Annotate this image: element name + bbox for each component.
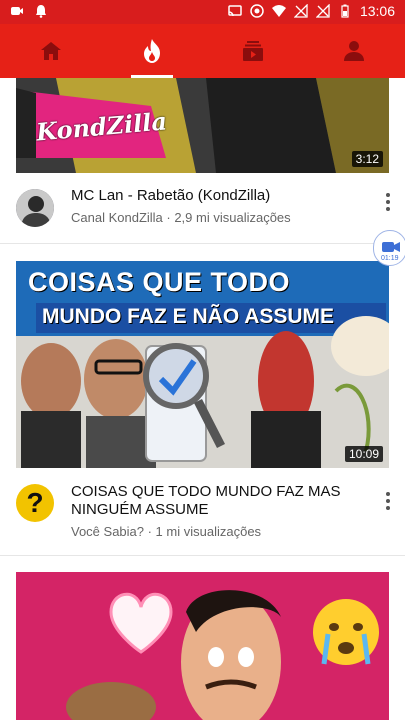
more-options-icon[interactable] [385, 492, 391, 513]
record-icon [250, 4, 264, 18]
divider [0, 243, 405, 244]
video-meta[interactable]: ? COISAS QUE TODO MUNDO FAZ MAS NINGUÉM … [0, 468, 405, 558]
more-options-icon[interactable] [385, 193, 391, 214]
video-duration: 3:12 [351, 151, 383, 167]
video-title[interactable]: COISAS QUE TODO MUNDO FAZ MAS NINGUÉM AS… [71, 483, 361, 519]
tab-subscriptions[interactable] [203, 24, 304, 78]
divider [0, 555, 405, 556]
mini-player-time: 01:19 [381, 255, 399, 262]
notification-bell-icon [36, 5, 46, 18]
clock: 13:06 [359, 3, 395, 19]
camera-icon [11, 7, 23, 15]
thumbnail-headline: COISAS QUE TODO [28, 267, 291, 297]
channel-avatar[interactable]: ? [16, 484, 54, 522]
no-signal-icon [315, 4, 330, 18]
video-thumbnail[interactable] [16, 572, 389, 720]
subscriptions-icon [243, 41, 264, 61]
video-title[interactable]: MC Lan - Rabetão (KondZilla) [71, 187, 361, 205]
video-thumbnail[interactable]: COISAS QUE TODO MUNDO FAZ E NÃO ASSUME 1… [16, 261, 389, 468]
mini-player-button[interactable]: 01:19 [373, 230, 405, 266]
tab-account[interactable] [304, 24, 405, 78]
video-duration: 10:09 [344, 446, 383, 462]
no-signal-icon [293, 4, 308, 18]
avatar-image [16, 189, 54, 227]
tab-home[interactable] [0, 24, 101, 78]
video-feed[interactable]: KondZilla 3:12 MC Lan - Rabetão (KondZil… [0, 78, 405, 720]
cast-icon [228, 5, 242, 17]
home-icon [40, 42, 61, 60]
top-nav-tabs [0, 24, 405, 78]
flame-icon [143, 39, 160, 63]
status-bar: 13:06 [0, 0, 405, 24]
thumbnail-subheadline: MUNDO FAZ E NÃO ASSUME [42, 305, 335, 328]
tab-trending[interactable] [101, 24, 202, 78]
channel-avatar[interactable] [16, 189, 54, 227]
video-meta[interactable]: MC Lan - Rabetão (KondZilla) Canal KondZ… [0, 173, 405, 243]
video-channel-views: Canal KondZilla · 2,9 mi visualizações [71, 210, 291, 225]
thumbnail-image [16, 572, 389, 720]
wifi-icon [271, 5, 286, 17]
video-thumbnail[interactable]: KondZilla 3:12 [16, 78, 389, 173]
avatar-glyph: ? [26, 487, 44, 518]
account-icon [344, 41, 365, 61]
battery-icon [341, 4, 349, 18]
video-channel-views: Você Sabia? · 1 mi visualizações [71, 524, 262, 539]
